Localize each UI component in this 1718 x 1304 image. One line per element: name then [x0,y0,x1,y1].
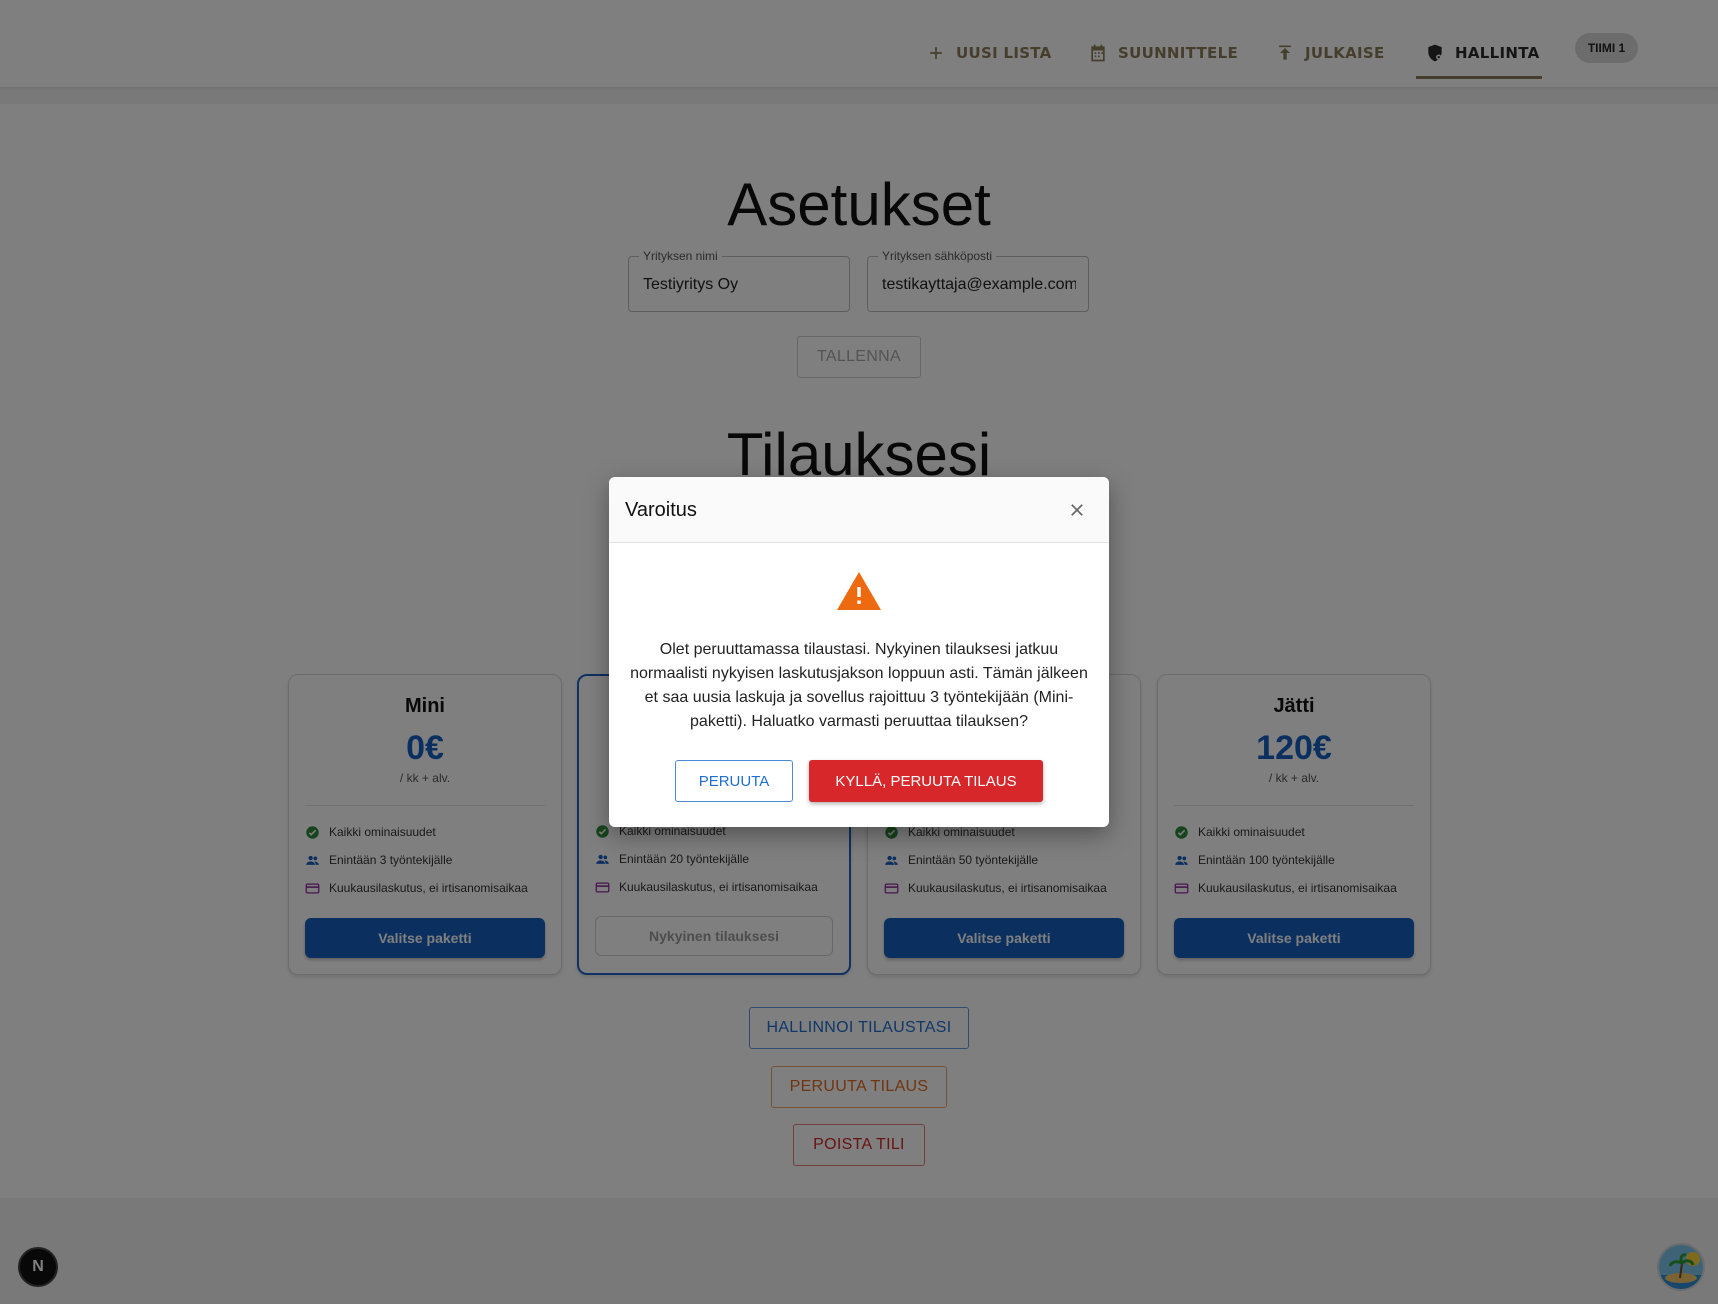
warning-dialog: Varoitus Olet peruuttamassa tilaustasi. … [609,477,1109,827]
dialog-cancel-button[interactable]: PERUUTA [675,760,793,802]
dialog-title: Varoitus [625,499,697,521]
close-icon [1071,504,1083,516]
dialog-header: Varoitus [609,477,1109,543]
close-button[interactable] [1064,497,1090,523]
dialog-message: Olet peruuttamassa tilaustasi. Nykyinen … [630,641,1088,730]
warning-icon [837,572,881,610]
confirm-cancel-subscription-button[interactable]: KYLLÄ, PERUUTA TILAUS [809,760,1043,802]
